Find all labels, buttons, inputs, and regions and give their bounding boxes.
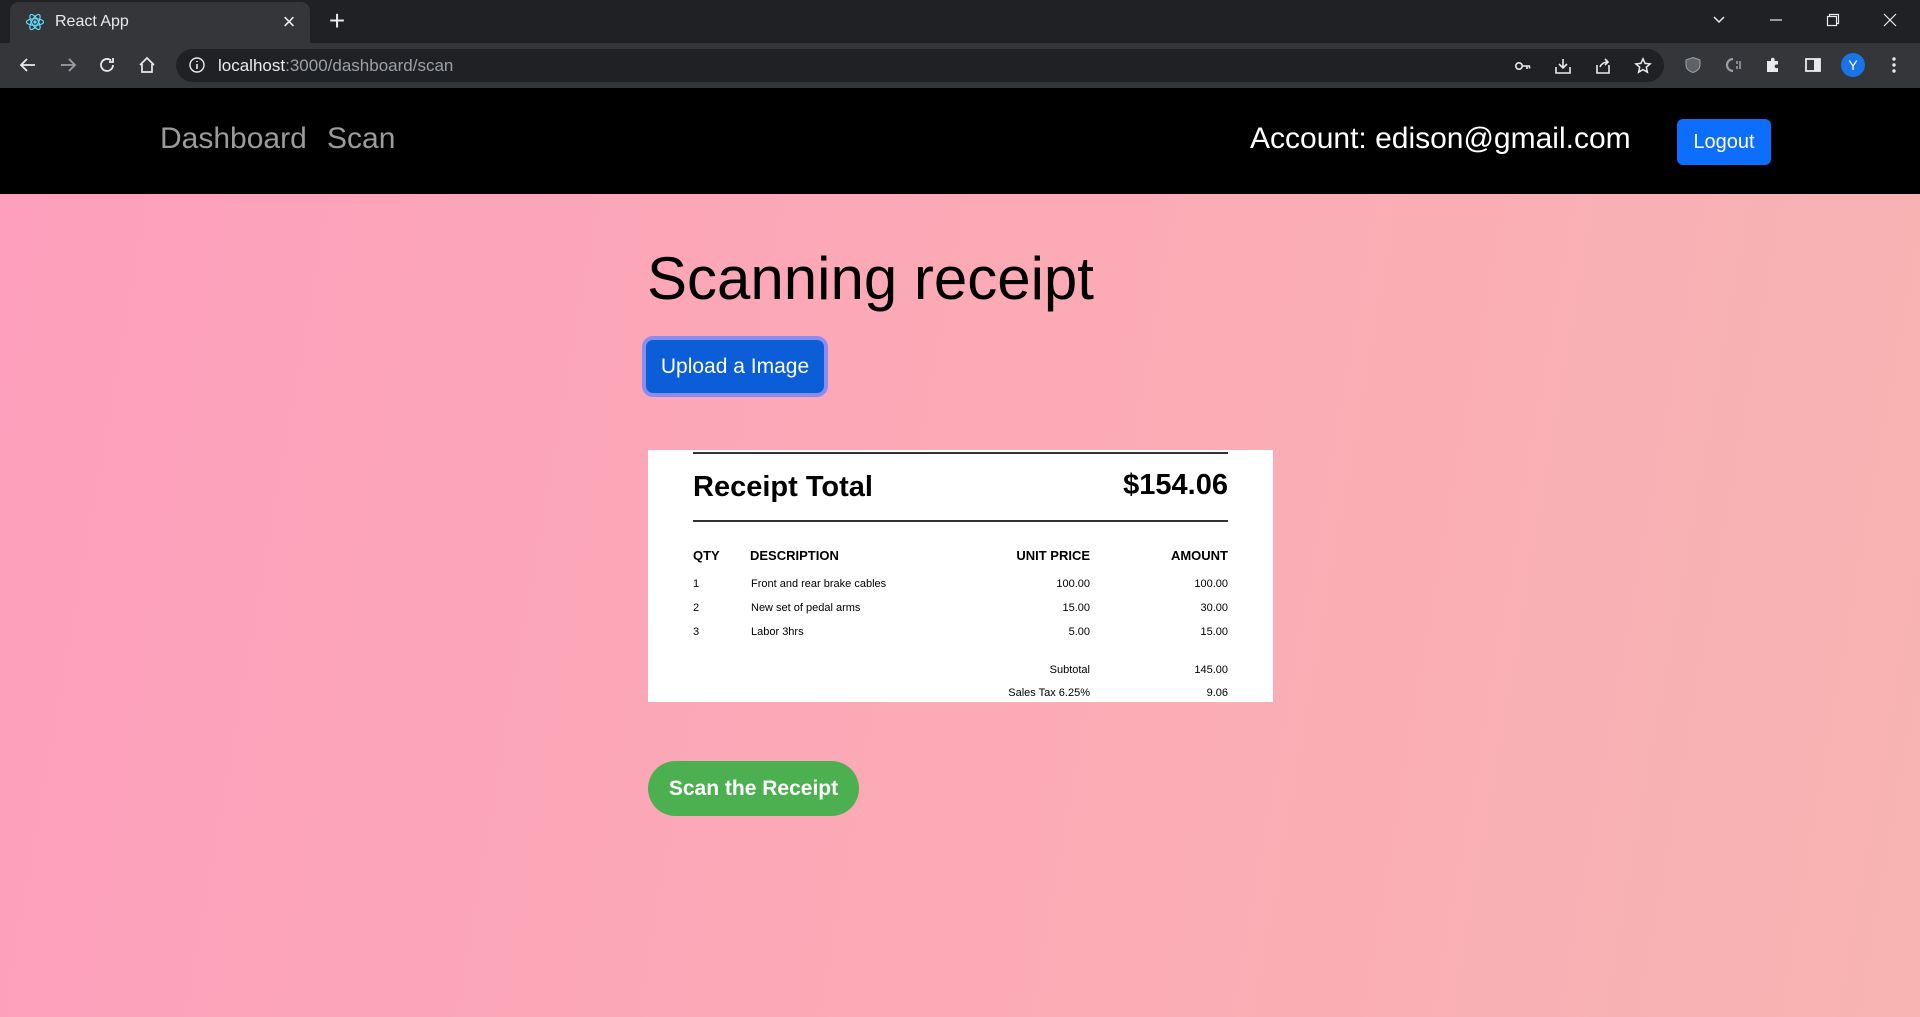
browser-tab-strip: React App × + <box>0 0 1920 43</box>
back-icon[interactable] <box>12 49 44 81</box>
receipt-tax-label: Sales Tax 6.25% <box>1008 687 1090 699</box>
receipt-row-amount: 15.00 <box>1200 626 1228 638</box>
scan-receipt-button[interactable]: Scan the Receipt <box>648 761 859 816</box>
site-info-icon[interactable] <box>188 56 206 74</box>
receipt-row-amount: 30.00 <box>1200 602 1228 614</box>
upload-image-button[interactable]: Upload a Image <box>646 340 824 393</box>
receipt-row-description: Labor 3hrs <box>751 626 804 638</box>
receipt-row-unit-price: 5.00 <box>1068 626 1090 638</box>
receipt-header-description: DESCRIPTION <box>750 548 839 563</box>
forward-icon[interactable] <box>52 49 84 81</box>
receipt-row-description: Front and rear brake cables <box>751 578 887 590</box>
install-app-icon[interactable] <box>1550 53 1576 79</box>
tab-title: React App <box>55 13 129 30</box>
close-window-icon[interactable] <box>1870 4 1910 38</box>
profile-avatar[interactable]: Y <box>1837 49 1869 81</box>
receipt-tax-value: 9.06 <box>1206 687 1228 699</box>
receipt-image-preview: Receipt Total $154.06 QTY DESCRIPTION UN… <box>648 450 1273 702</box>
tab-close-icon[interactable]: × <box>278 11 300 33</box>
receipt-header-qty: QTY <box>693 548 720 563</box>
page-content: Scanning receipt Upload a Image Receipt … <box>0 194 1920 1017</box>
password-key-icon[interactable] <box>1510 53 1536 79</box>
receipt-title: Receipt Total <box>693 471 873 503</box>
receipt-row-qty: 3 <box>693 626 700 638</box>
code-extension-icon[interactable] <box>1717 49 1749 81</box>
nav-link-dashboard[interactable]: Dashboard <box>160 121 307 157</box>
browser-menu-icon[interactable] <box>1878 49 1910 81</box>
reload-icon[interactable] <box>91 49 123 81</box>
receipt-row-unit-price: 100.00 <box>1056 578 1090 590</box>
bookmark-star-icon[interactable] <box>1630 53 1656 79</box>
shield-extension-icon[interactable] <box>1677 49 1709 81</box>
receipt-row-qty: 2 <box>693 602 700 614</box>
receipt-header-unit-price: UNIT PRICE <box>1016 548 1090 563</box>
restore-icon[interactable] <box>1813 4 1853 38</box>
new-tab-icon[interactable]: + <box>322 6 352 36</box>
app-navbar: Dashboard Scan Account: edison@gmail.com… <box>0 88 1920 194</box>
receipt-row-description: New set of pedal arms <box>751 602 861 614</box>
receipt-row-unit-price: 15.00 <box>1062 602 1090 614</box>
page-title: Scanning receipt <box>647 245 1094 312</box>
browser-tab[interactable]: React App × <box>10 2 310 43</box>
receipt-top-rule <box>693 452 1228 454</box>
receipt-subtotal-value: 145.00 <box>1194 664 1228 676</box>
nav-link-scan[interactable]: Scan <box>327 121 395 157</box>
share-icon[interactable] <box>1590 53 1616 79</box>
receipt-row-qty: 1 <box>693 578 700 590</box>
browser-toolbar: localhost:3000/dashboard/scan Y <box>0 43 1920 88</box>
address-bar[interactable]: localhost:3000/dashboard/scan <box>176 49 1664 82</box>
home-icon[interactable] <box>131 49 163 81</box>
receipt-subtotal-label: Subtotal <box>1049 664 1090 676</box>
receipt-row-amount: 100.00 <box>1194 578 1228 590</box>
side-panel-icon[interactable] <box>1797 49 1829 81</box>
account-email: Account: edison@gmail.com <box>1250 122 1631 155</box>
receipt-header-amount: AMOUNT <box>1170 548 1228 563</box>
receipt-divider <box>693 520 1228 522</box>
react-logo-icon <box>25 12 45 32</box>
receipt-total: $154.06 <box>1123 469 1228 501</box>
logout-button[interactable]: Logout <box>1677 119 1771 165</box>
extensions-puzzle-icon[interactable] <box>1757 49 1789 81</box>
minimize-icon[interactable] <box>1756 4 1796 38</box>
tab-search-icon[interactable] <box>1699 4 1739 38</box>
url-text: localhost:3000/dashboard/scan <box>218 56 454 75</box>
